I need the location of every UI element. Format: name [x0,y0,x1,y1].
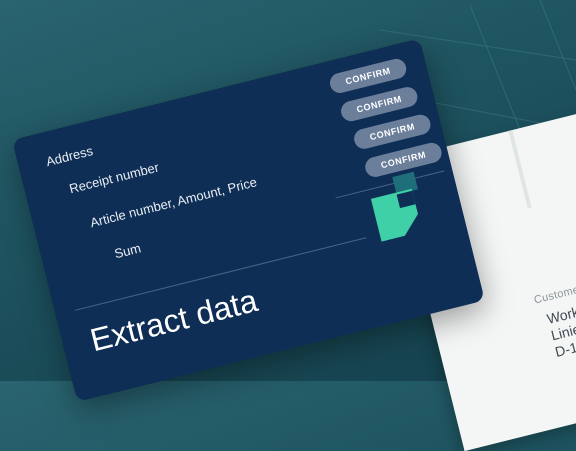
extract-data-title: Extract data [86,282,261,359]
field-receipt-number-label: Receipt number [67,159,161,197]
document-company-label: Customer GmbH [532,274,576,307]
field-sum-label: Sum [112,240,143,262]
document-address: Workist G Liniens D-101 [545,297,576,361]
workist-logo-icon [370,171,418,242]
document-divider [508,130,532,209]
field-address-label: Address [44,143,95,170]
